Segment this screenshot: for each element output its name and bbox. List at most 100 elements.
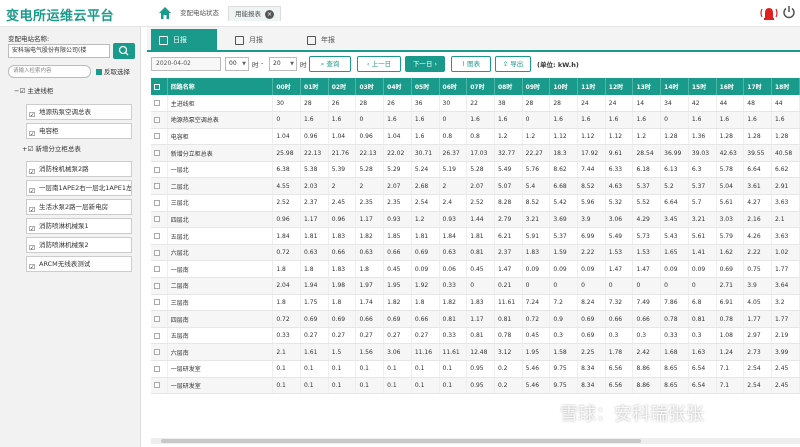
- column-header[interactable]: 15时: [688, 78, 717, 95]
- row-checkbox[interactable]: [151, 111, 168, 129]
- row-checkbox[interactable]: [151, 343, 168, 361]
- checkbox-checked-icon[interactable]: ☑: [19, 87, 25, 95]
- row-checkbox[interactable]: [151, 277, 168, 295]
- tree-group[interactable]: +☑ 新增分立柜总表: [22, 143, 81, 155]
- tree-root[interactable]: −☑ 主进线柜: [14, 85, 53, 97]
- tree-item[interactable]: ☑ 消防喷淋机械泵2: [26, 237, 132, 253]
- row-checkbox[interactable]: [151, 144, 168, 162]
- tree-item[interactable]: ☑ 电容柜: [26, 123, 132, 139]
- tree-item[interactable]: ☑ 一层南1APE2右一层北1APE1左: [26, 180, 132, 196]
- next-day-button[interactable]: 下一日 ›: [405, 56, 445, 72]
- row-checkbox[interactable]: [151, 310, 168, 328]
- tab-yearly[interactable]: 年报: [299, 29, 365, 52]
- checkbox-checked-icon[interactable]: ☑: [29, 184, 35, 195]
- row-checkbox[interactable]: [151, 194, 168, 212]
- table-row[interactable]: 主进线柜 30 28 26 28 26 36 30 22 38 28 28 24 24 14 34 42 44 48…: [151, 95, 800, 113]
- row-checkbox[interactable]: [151, 327, 168, 345]
- table-row[interactable]: 新增分立柜总表 25.98 22.13 21.76 22.13 22.02 30.71 26.…: [151, 144, 800, 162]
- checkbox-checked-icon[interactable]: ☑: [29, 165, 35, 176]
- alarm-icon[interactable]: [760, 5, 778, 21]
- column-header[interactable]: 08时: [494, 78, 523, 95]
- date-input[interactable]: 2020-04-02: [151, 57, 221, 71]
- table-row[interactable]: 三层北 2.52 2.37 2.45 2.35 2.35 2.54 2.4 2.52 8.28 8.…: [151, 194, 800, 212]
- export-button[interactable]: ⇪ 导出: [495, 56, 531, 72]
- tab-daily[interactable]: 日报: [151, 29, 217, 52]
- column-header[interactable]: 14时: [660, 78, 689, 95]
- tree-item[interactable]: ☑ 消防栓机械泵2路: [26, 161, 132, 177]
- tree-item[interactable]: ☑ 消防喷淋机械泵1: [26, 218, 132, 234]
- scrollbar-thumb[interactable]: [161, 439, 641, 443]
- row-checkbox[interactable]: [151, 95, 168, 113]
- invert-selection[interactable]: 反取选择: [96, 66, 130, 76]
- nav-tab-energy-report[interactable]: 用能报表 ×: [228, 6, 281, 21]
- table-row[interactable]: 六层北 0.72 0.63 0.66 0.63 0.66 0.69 0.63 0.81 2.37 1…: [151, 244, 800, 262]
- home-icon[interactable]: [158, 6, 172, 20]
- column-header[interactable]: 05时: [411, 78, 440, 95]
- hour-from-select[interactable]: 00 ▼: [225, 57, 249, 71]
- station-select[interactable]: 安科瑞电气股份有限公司(楼: [8, 44, 110, 58]
- column-header[interactable]: 09时: [522, 78, 551, 95]
- row-checkbox[interactable]: [151, 161, 168, 179]
- chart-button[interactable]: ⌇ 图表: [451, 56, 491, 72]
- tree-item[interactable]: ☑ 地源热泵空调总表: [26, 104, 132, 120]
- table-row[interactable]: 六层南 2.1 1.61 1.5 1.56 3.06 11.16 11.61 12.48 3.12…: [151, 343, 800, 361]
- horizontal-scrollbar[interactable]: [151, 438, 800, 444]
- nav-tab-station-status[interactable]: 变配电站状态: [174, 6, 225, 21]
- column-header[interactable]: 17时: [743, 78, 772, 95]
- tab-monthly[interactable]: 月报: [227, 29, 293, 52]
- column-header[interactable]: 18时: [771, 78, 800, 95]
- row-checkbox[interactable]: [151, 360, 168, 378]
- column-header[interactable]: 16时: [716, 78, 745, 95]
- column-header[interactable]: 12时: [605, 78, 634, 95]
- tree-item[interactable]: ☑ ARCM无线表测试: [26, 256, 132, 272]
- column-header[interactable]: 04时: [383, 78, 412, 95]
- column-header[interactable]: 01时: [300, 78, 329, 95]
- power-icon[interactable]: [782, 5, 796, 19]
- row-checkbox[interactable]: [151, 260, 168, 279]
- checkbox-checked-icon[interactable]: ☑: [27, 145, 33, 153]
- close-icon[interactable]: ×: [265, 9, 274, 19]
- column-header[interactable]: 02时: [328, 78, 357, 95]
- table-row[interactable]: 一层南 1.8 1.8 1.83 1.8 0.45 0.09 0.06 0.45 1.47 0.09…: [151, 260, 800, 279]
- select-all-checkbox[interactable]: [151, 78, 168, 95]
- checkbox-checked-icon[interactable]: ☑: [29, 222, 35, 233]
- column-header[interactable]: 03时: [355, 78, 385, 95]
- column-header[interactable]: 00时: [272, 78, 302, 95]
- checkbox-checked-icon[interactable]: ☑: [29, 203, 35, 214]
- station-search-button[interactable]: [113, 43, 135, 59]
- table-row[interactable]: 地源热泵空调总表 0 1.6 1.6 0 1.6 1.6 0 1.6 1.6 0 1.6 1.6 1.6 1…: [151, 111, 800, 129]
- tree-item[interactable]: ☑ 生活水泵2路一层新电房: [26, 199, 132, 215]
- row-checkbox[interactable]: [151, 128, 168, 146]
- column-header[interactable]: 07时: [466, 78, 495, 95]
- table-row[interactable]: 一层北 6.38 5.38 5.39 5.28 5.29 5.24 5.19 5.28 5.49 5…: [151, 161, 800, 179]
- query-button[interactable]: ⌕ 查询: [309, 56, 351, 72]
- table-row[interactable]: 五层北 1.84 1.81 1.83 1.82 1.85 1.81 1.84 1.81 6.21 5…: [151, 227, 800, 245]
- hour-to-select[interactable]: 20 ▼: [269, 57, 297, 71]
- table-row[interactable]: 四层北 0.96 1.17 0.96 1.17 0.93 1.2 0.93 1.44 2.79 3.…: [151, 211, 800, 229]
- prev-day-button[interactable]: ‹ 上一日: [357, 56, 401, 72]
- row-checkbox[interactable]: [151, 294, 168, 312]
- row-checkbox[interactable]: [151, 211, 168, 229]
- column-header[interactable]: 回路名称: [167, 78, 274, 95]
- table-row[interactable]: 五层南 0.33 0.27 0.27 0.27 0.27 0.27 0.33 0.81 0.78 0…: [151, 327, 800, 345]
- table-row[interactable]: 一层研发室 0.1 0.1 0.1 0.1 0.1 0.1 0.1 0.95 0.2 5.46 9.7…: [151, 360, 800, 378]
- column-header[interactable]: 10时: [549, 78, 579, 95]
- checkbox-checked-icon[interactable]: ☑: [29, 127, 35, 138]
- column-header[interactable]: 06时: [439, 78, 468, 95]
- table-row[interactable]: 二层北 4.55 2.03 2 2 2.07 2.68 2 2.07 5.07 5.4 6.68 8.5…: [151, 177, 800, 196]
- row-checkbox[interactable]: [151, 177, 168, 196]
- column-header[interactable]: 11时: [577, 78, 606, 95]
- checkbox-checked-icon[interactable]: ☑: [29, 108, 35, 119]
- table-row[interactable]: 三层南 1.8 1.75 1.8 1.74 1.82 1.8 1.82 1.83 11.61 7.2…: [151, 294, 800, 312]
- table-row[interactable]: 电容柜 1.04 0.96 1.04 0.96 1.04 1.6 0.8 0.8 1.2 1.2 1.…: [151, 128, 800, 146]
- checkbox-checked-icon[interactable]: ☑: [29, 241, 35, 252]
- row-checkbox[interactable]: [151, 227, 168, 245]
- row-checkbox[interactable]: [151, 244, 168, 262]
- table-row[interactable]: 四层南 0.72 0.69 0.69 0.66 0.69 0.66 0.81 1.17 0.81 0…: [151, 310, 800, 328]
- loop-search-input[interactable]: 请输入检索内容: [8, 65, 91, 78]
- row-checkbox[interactable]: [151, 377, 168, 395]
- column-header[interactable]: 13时: [632, 78, 662, 95]
- checkbox-checked-icon[interactable]: ☑: [29, 260, 35, 271]
- table-row[interactable]: 二层南 2.04 1.94 1.98 1.97 1.95 1.92 0.33 0 0.21 0 0 0 0…: [151, 277, 800, 295]
- table-row[interactable]: 一层研发室 0.1 0.1 0.1 0.1 0.1 0.1 0.1 0.95 0.2 5.46 9.7…: [151, 377, 800, 395]
